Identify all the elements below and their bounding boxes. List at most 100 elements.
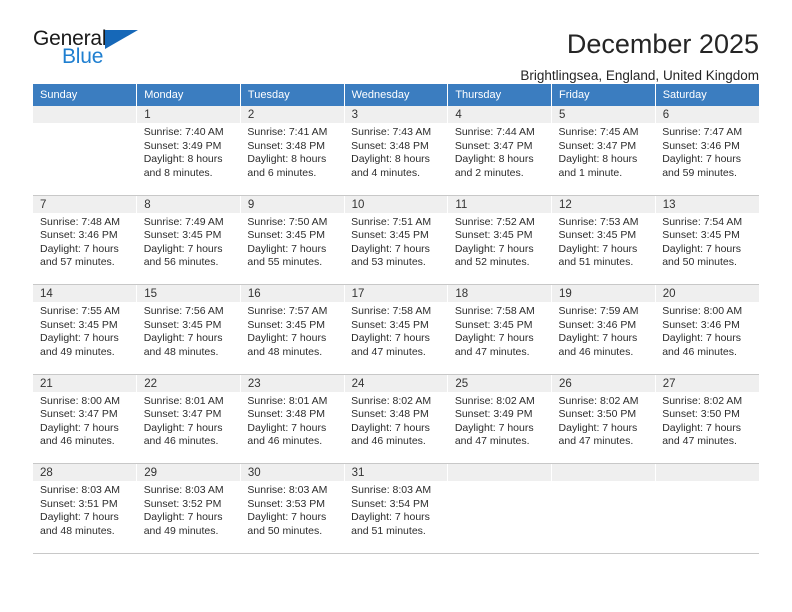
day-cell[interactable]: Sunrise: 8:02 AM Sunset: 3:50 PM Dayligh… — [655, 391, 759, 464]
day-cell[interactable]: Sunrise: 7:40 AM Sunset: 3:49 PM Dayligh… — [136, 123, 241, 196]
day-cell[interactable]: Sunrise: 8:03 AM Sunset: 3:53 PM Dayligh… — [240, 481, 345, 554]
day-cell[interactable]: Sunrise: 7:49 AM Sunset: 3:45 PM Dayligh… — [136, 212, 241, 285]
day-cell[interactable]: Sunrise: 7:43 AM Sunset: 3:48 PM Dayligh… — [344, 123, 448, 196]
generalblue-logo[interactable]: General Blue — [33, 28, 153, 76]
weekday-header-tuesday: Tuesday — [240, 84, 345, 106]
daylight-text-line2: and 48 minutes. — [40, 524, 115, 537]
sunrise-text: Sunrise: 8:03 AM — [351, 484, 432, 496]
sunset-text: Sunset: 3:47 PM — [558, 139, 637, 152]
sunrise-text: Sunrise: 7:57 AM — [247, 305, 328, 317]
triangle-icon — [105, 30, 138, 49]
day-cell[interactable]: Sunrise: 7:56 AM Sunset: 3:45 PM Dayligh… — [136, 302, 241, 375]
calendar-page: General Blue December 2025 Brightlingsea… — [0, 0, 792, 612]
day-cell[interactable]: Sunrise: 8:01 AM Sunset: 3:48 PM Dayligh… — [240, 391, 345, 464]
daylight-text-line2: and 6 minutes. — [247, 166, 317, 179]
sunrise-text: Sunrise: 7:49 AM — [143, 215, 224, 228]
day-cell[interactable]: Sunrise: 7:58 AM Sunset: 3:45 PM Dayligh… — [344, 302, 448, 375]
day-number: 29 — [136, 463, 241, 481]
daylight-text-line1: Daylight: 7 hours — [247, 332, 327, 345]
day-cell[interactable]: Sunrise: 7:41 AM Sunset: 3:48 PM Dayligh… — [240, 123, 345, 196]
daylight-text-line2: and 48 minutes. — [143, 345, 219, 358]
sunset-text: Sunset: 3:46 PM — [662, 318, 740, 331]
sunrise-text: Sunrise: 8:01 AM — [143, 394, 224, 407]
logo-text-blue: Blue — [62, 45, 104, 68]
day-cell[interactable]: Sunrise: 8:02 AM Sunset: 3:49 PM Dayligh… — [447, 391, 552, 464]
daylight-text-line2: and 49 minutes. — [143, 524, 219, 537]
day-cell[interactable]: Sunrise: 8:03 AM Sunset: 3:52 PM Dayligh… — [136, 481, 241, 554]
sunrise-text: Sunrise: 7:52 AM — [454, 215, 535, 228]
daylight-text-line2: and 52 minutes. — [454, 256, 530, 269]
daylight-text-line1: Daylight: 7 hours — [247, 421, 327, 434]
day-cell-empty — [551, 481, 656, 554]
day-number: 31 — [344, 463, 449, 481]
sunrise-text: Sunrise: 8:02 AM — [454, 394, 535, 407]
day-cell[interactable]: Sunrise: 7:51 AM Sunset: 3:45 PM Dayligh… — [344, 212, 448, 285]
day-number: 14 — [33, 284, 138, 302]
daylight-text-line1: Daylight: 7 hours — [40, 242, 119, 255]
sunset-text: Sunset: 3:45 PM — [454, 229, 533, 242]
day-number: 20 — [655, 284, 759, 302]
daylight-text-line2: and 53 minutes. — [351, 256, 426, 269]
day-cell[interactable]: Sunrise: 7:57 AM Sunset: 3:45 PM Dayligh… — [240, 302, 345, 375]
sunset-text: Sunset: 3:46 PM — [558, 318, 637, 331]
daylight-text-line2: and 56 minutes. — [143, 256, 219, 269]
day-info-row: Sunrise: 7:48 AM Sunset: 3:46 PM Dayligh… — [33, 212, 759, 285]
sunset-text: Sunset: 3:48 PM — [351, 408, 429, 421]
day-cell[interactable]: Sunrise: 7:52 AM Sunset: 3:45 PM Dayligh… — [447, 212, 552, 285]
day-cell[interactable]: Sunrise: 8:02 AM Sunset: 3:50 PM Dayligh… — [551, 391, 656, 464]
daylight-text-line1: Daylight: 7 hours — [558, 421, 638, 434]
day-number: 7 — [33, 195, 138, 213]
day-number: 15 — [136, 284, 241, 302]
day-cell[interactable]: Sunrise: 8:03 AM Sunset: 3:51 PM Dayligh… — [33, 481, 137, 554]
daylight-text-line1: Daylight: 7 hours — [662, 242, 742, 255]
sunset-text: Sunset: 3:51 PM — [40, 497, 118, 510]
daylight-text-line1: Daylight: 7 hours — [40, 421, 119, 434]
daylight-text-line2: and 55 minutes. — [247, 256, 323, 269]
daylight-text-line2: and 51 minutes. — [351, 524, 426, 537]
day-cell[interactable]: Sunrise: 7:50 AM Sunset: 3:45 PM Dayligh… — [240, 212, 345, 285]
day-number: 19 — [551, 284, 656, 302]
sunset-text: Sunset: 3:48 PM — [247, 139, 326, 152]
sunset-text: Sunset: 3:47 PM — [454, 139, 533, 152]
day-number: 30 — [240, 463, 345, 481]
sunset-text: Sunset: 3:45 PM — [558, 229, 637, 242]
weekday-header-saturday: Saturday — [655, 84, 759, 106]
day-number: 24 — [344, 374, 449, 392]
sunrise-text: Sunrise: 8:03 AM — [40, 484, 120, 496]
weekday-header-thursday: Thursday — [447, 84, 553, 106]
weekday-header-monday: Monday — [136, 84, 241, 106]
day-cell[interactable]: Sunrise: 7:53 AM Sunset: 3:45 PM Dayligh… — [551, 212, 656, 285]
day-cell[interactable]: Sunrise: 8:02 AM Sunset: 3:48 PM Dayligh… — [344, 391, 448, 464]
day-cell[interactable]: Sunrise: 8:00 AM Sunset: 3:46 PM Dayligh… — [655, 302, 759, 375]
sunset-text: Sunset: 3:45 PM — [143, 229, 222, 242]
day-cell[interactable]: Sunrise: 7:54 AM Sunset: 3:45 PM Dayligh… — [655, 212, 759, 285]
day-cell[interactable]: Sunrise: 7:59 AM Sunset: 3:46 PM Dayligh… — [551, 302, 656, 375]
daylight-text-line2: and 49 minutes. — [40, 345, 115, 358]
day-cell[interactable]: Sunrise: 7:58 AM Sunset: 3:45 PM Dayligh… — [447, 302, 552, 375]
sunset-text: Sunset: 3:45 PM — [247, 229, 326, 242]
sunset-text: Sunset: 3:49 PM — [454, 408, 533, 421]
sunrise-text: Sunrise: 7:43 AM — [351, 126, 432, 138]
day-number: 9 — [240, 195, 345, 213]
daylight-text-line2: and 46 minutes. — [558, 345, 634, 358]
day-number: 11 — [447, 195, 553, 213]
day-cell[interactable]: Sunrise: 7:45 AM Sunset: 3:47 PM Dayligh… — [551, 123, 656, 196]
day-cell[interactable]: Sunrise: 8:01 AM Sunset: 3:47 PM Dayligh… — [136, 391, 241, 464]
day-cell-empty — [447, 481, 552, 554]
sunset-text: Sunset: 3:46 PM — [40, 229, 118, 242]
day-cell[interactable]: Sunrise: 8:03 AM Sunset: 3:54 PM Dayligh… — [344, 481, 448, 554]
page-header: General Blue December 2025 Brightlingsea… — [33, 0, 759, 83]
day-cell[interactable]: Sunrise: 7:48 AM Sunset: 3:46 PM Dayligh… — [33, 212, 137, 285]
sunrise-text: Sunrise: 7:41 AM — [247, 126, 328, 138]
sunset-text: Sunset: 3:46 PM — [662, 139, 740, 152]
day-cell[interactable]: Sunrise: 7:47 AM Sunset: 3:46 PM Dayligh… — [655, 123, 759, 196]
day-cell[interactable]: Sunrise: 7:55 AM Sunset: 3:45 PM Dayligh… — [33, 302, 137, 375]
day-number — [447, 463, 553, 481]
day-cell[interactable]: Sunrise: 8:00 AM Sunset: 3:47 PM Dayligh… — [33, 391, 137, 464]
calendar-body: 1 2 3 4 5 6 Sunrise: 7:40 AM Sunset: 3:4… — [33, 106, 759, 554]
title-block: December 2025 Brightlingsea, England, Un… — [153, 28, 759, 85]
day-cell[interactable]: Sunrise: 7:44 AM Sunset: 3:47 PM Dayligh… — [447, 123, 552, 196]
day-info-row: Sunrise: 7:55 AM Sunset: 3:45 PM Dayligh… — [33, 302, 759, 375]
day-number: 18 — [447, 284, 553, 302]
day-number: 16 — [240, 284, 345, 302]
